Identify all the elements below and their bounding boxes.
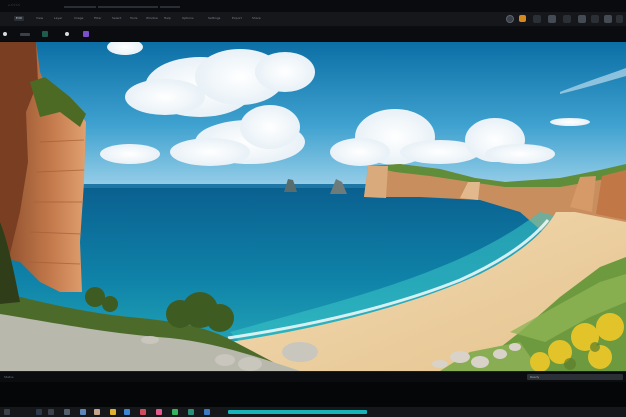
title-bar: v.ᐸᐸᐸᐸ (0, 0, 626, 12)
status-text: Status (4, 375, 14, 379)
close-icon[interactable] (616, 15, 623, 23)
panel-icon[interactable] (533, 15, 541, 23)
menu-item-options[interactable]: Options (180, 16, 196, 21)
menu-item-tools[interactable]: Tools (128, 16, 139, 21)
file-icon[interactable] (64, 409, 70, 415)
split-icon[interactable] (604, 15, 612, 23)
menu-item-filter[interactable]: Filter (92, 16, 103, 21)
status-bar: Status Ready (0, 371, 626, 382)
window-icon[interactable] (563, 15, 571, 23)
title-segment (98, 6, 158, 8)
menu-item-layer[interactable]: Layer (52, 16, 64, 21)
progress-bar (228, 410, 367, 414)
pen-icon[interactable] (20, 33, 30, 36)
grid-icon[interactable] (548, 15, 556, 23)
mail-icon[interactable] (80, 409, 86, 415)
secondary-toolbar (0, 27, 626, 41)
search-icon[interactable] (36, 409, 42, 415)
menu-item-view[interactable]: View (34, 16, 45, 21)
menu-item-window[interactable]: Window (144, 16, 160, 21)
settings-icon[interactable] (204, 409, 210, 415)
menu-item-edit[interactable]: Edit (14, 16, 24, 21)
task-icon[interactable] (48, 409, 54, 415)
store-icon[interactable] (94, 409, 100, 415)
camera-icon[interactable] (42, 31, 48, 37)
status-field[interactable]: Ready (527, 374, 623, 380)
landscape-image (0, 42, 626, 371)
layout-icon[interactable] (591, 15, 599, 23)
record-icon[interactable] (65, 32, 69, 36)
chrome-icon[interactable] (124, 409, 130, 415)
status-field-text: Ready (530, 375, 540, 379)
start-icon[interactable] (4, 409, 10, 415)
photo-icon[interactable] (156, 409, 162, 415)
brush-icon[interactable] (83, 31, 89, 37)
edge-icon[interactable] (110, 409, 116, 415)
menu-item-help[interactable]: Help (162, 16, 173, 21)
taskbar (0, 407, 626, 417)
menu-item-share[interactable]: Share (250, 16, 263, 21)
music-icon[interactable] (172, 409, 178, 415)
game-icon[interactable] (140, 409, 146, 415)
bottom-panel (0, 382, 626, 407)
menu-item-export[interactable]: Export (230, 16, 244, 21)
app-window: v.ᐸᐸᐸᐸ Edit View Layer Image Filter Sele… (0, 0, 626, 417)
circle-icon[interactable] (506, 15, 514, 23)
image-canvas[interactable] (0, 42, 626, 371)
orange-icon[interactable] (519, 15, 526, 22)
cast-icon[interactable] (578, 15, 586, 23)
menu-item-image[interactable]: Image (72, 16, 85, 21)
menu-bar: Edit View Layer Image Filter Select Tool… (0, 12, 626, 27)
progress-fill (228, 410, 367, 414)
title-segment (64, 6, 96, 8)
stop-icon[interactable] (3, 32, 7, 36)
window-title: v.ᐸᐸᐸᐸ (8, 3, 21, 7)
video-icon[interactable] (188, 409, 194, 415)
title-segment (160, 6, 180, 8)
menu-item-settings[interactable]: Settings (206, 16, 222, 21)
menu-item-select[interactable]: Select (110, 16, 123, 21)
